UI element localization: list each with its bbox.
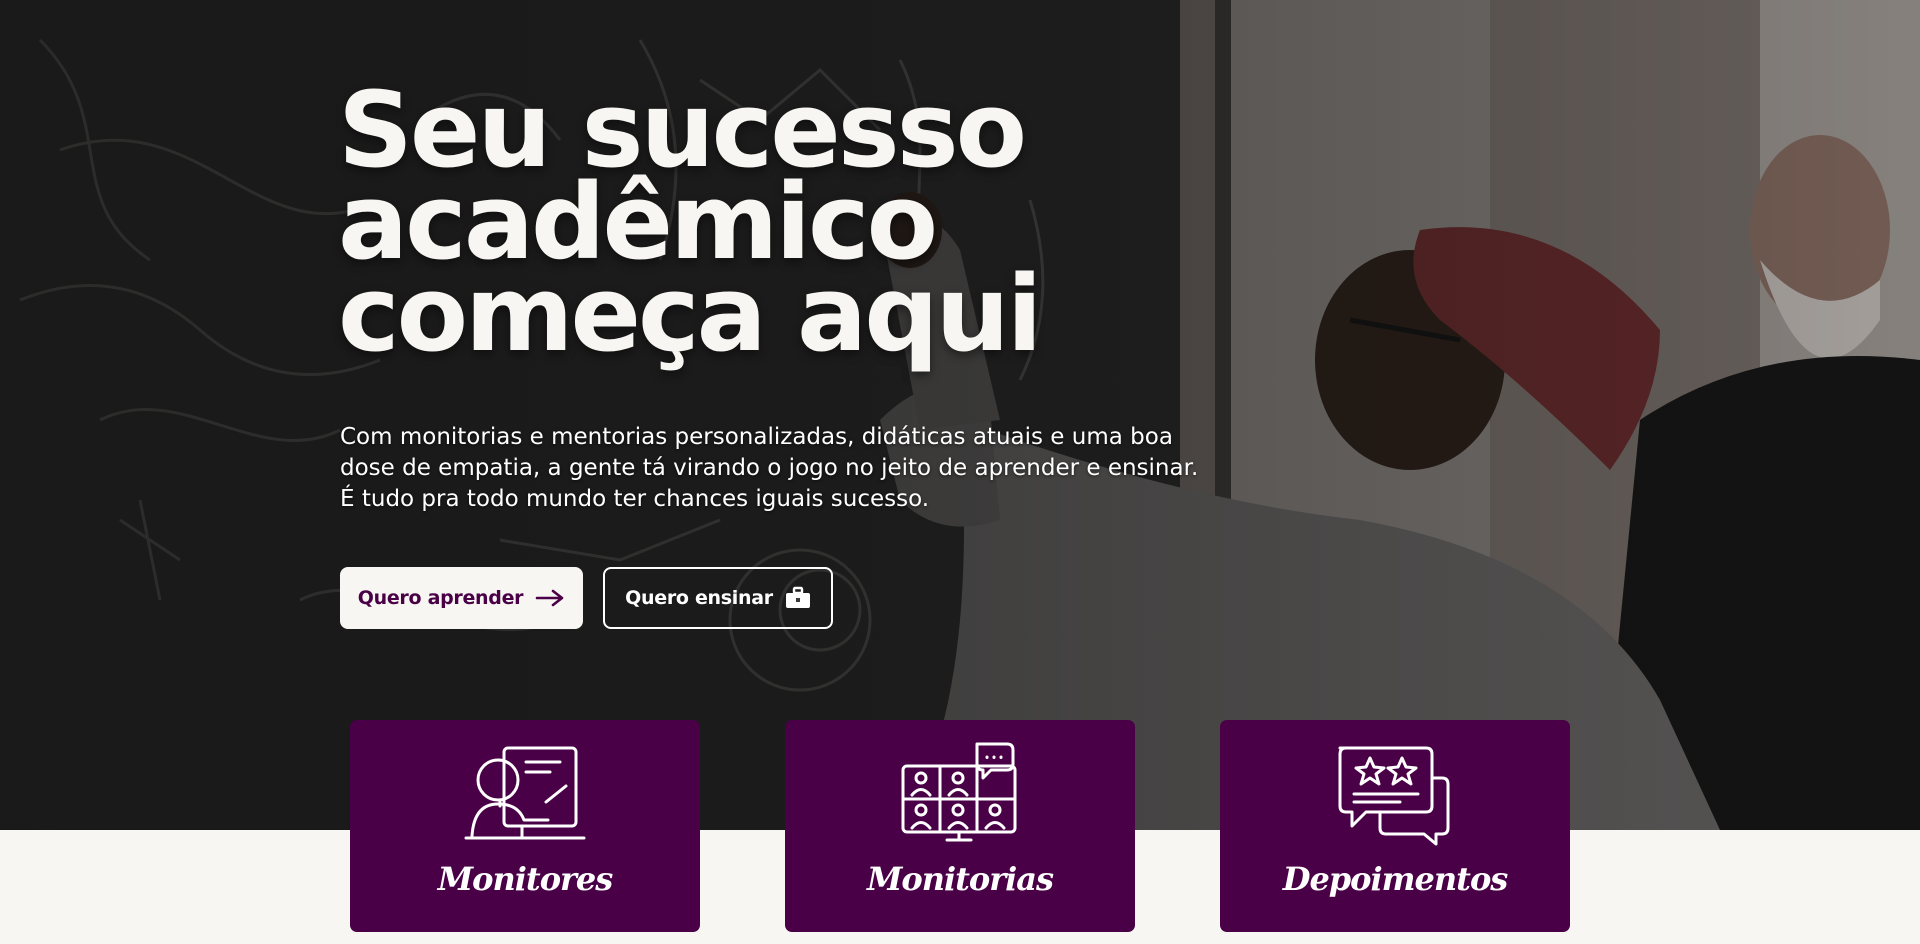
hero-section: Seu sucesso acadêmico começa aqui Com mo… [0,0,1920,830]
quero-ensinar-label: Quero ensinar [625,587,773,609]
video-conference-icon [895,740,1025,850]
card-depoimentos-label: Depoimentos [1282,860,1509,898]
card-monitores[interactable]: Monitores [350,720,700,932]
card-monitores-label: Monitores [437,860,614,898]
hero-headline: Seu sucesso acadêmico começa aqui [338,78,1138,375]
quero-aprender-label: Quero aprender [357,587,524,609]
subtitle-line-2: dose de empatia, a gente tá virando o jo… [340,455,1199,481]
subtitle-line-1: Com monitorias e mentorias personalizada… [340,424,1173,450]
teacher-board-icon [460,740,590,850]
briefcase-icon [785,586,811,610]
rating-chat-icon [1330,740,1460,850]
headline-line-3: começa aqui [338,253,1042,375]
arrow-right-icon [535,588,565,608]
subtitle-line-3: É tudo pra todo mundo ter chances iguais… [340,486,930,512]
hero-subtitle: Com monitorias e mentorias personalizada… [340,422,1240,515]
card-monitorias[interactable]: Monitorias [785,720,1135,932]
card-depoimentos[interactable]: Depoimentos [1220,720,1570,932]
card-monitorias-label: Monitorias [866,860,1054,898]
quero-aprender-button[interactable]: Quero aprender [340,567,583,629]
quero-ensinar-button[interactable]: Quero ensinar [603,567,833,629]
